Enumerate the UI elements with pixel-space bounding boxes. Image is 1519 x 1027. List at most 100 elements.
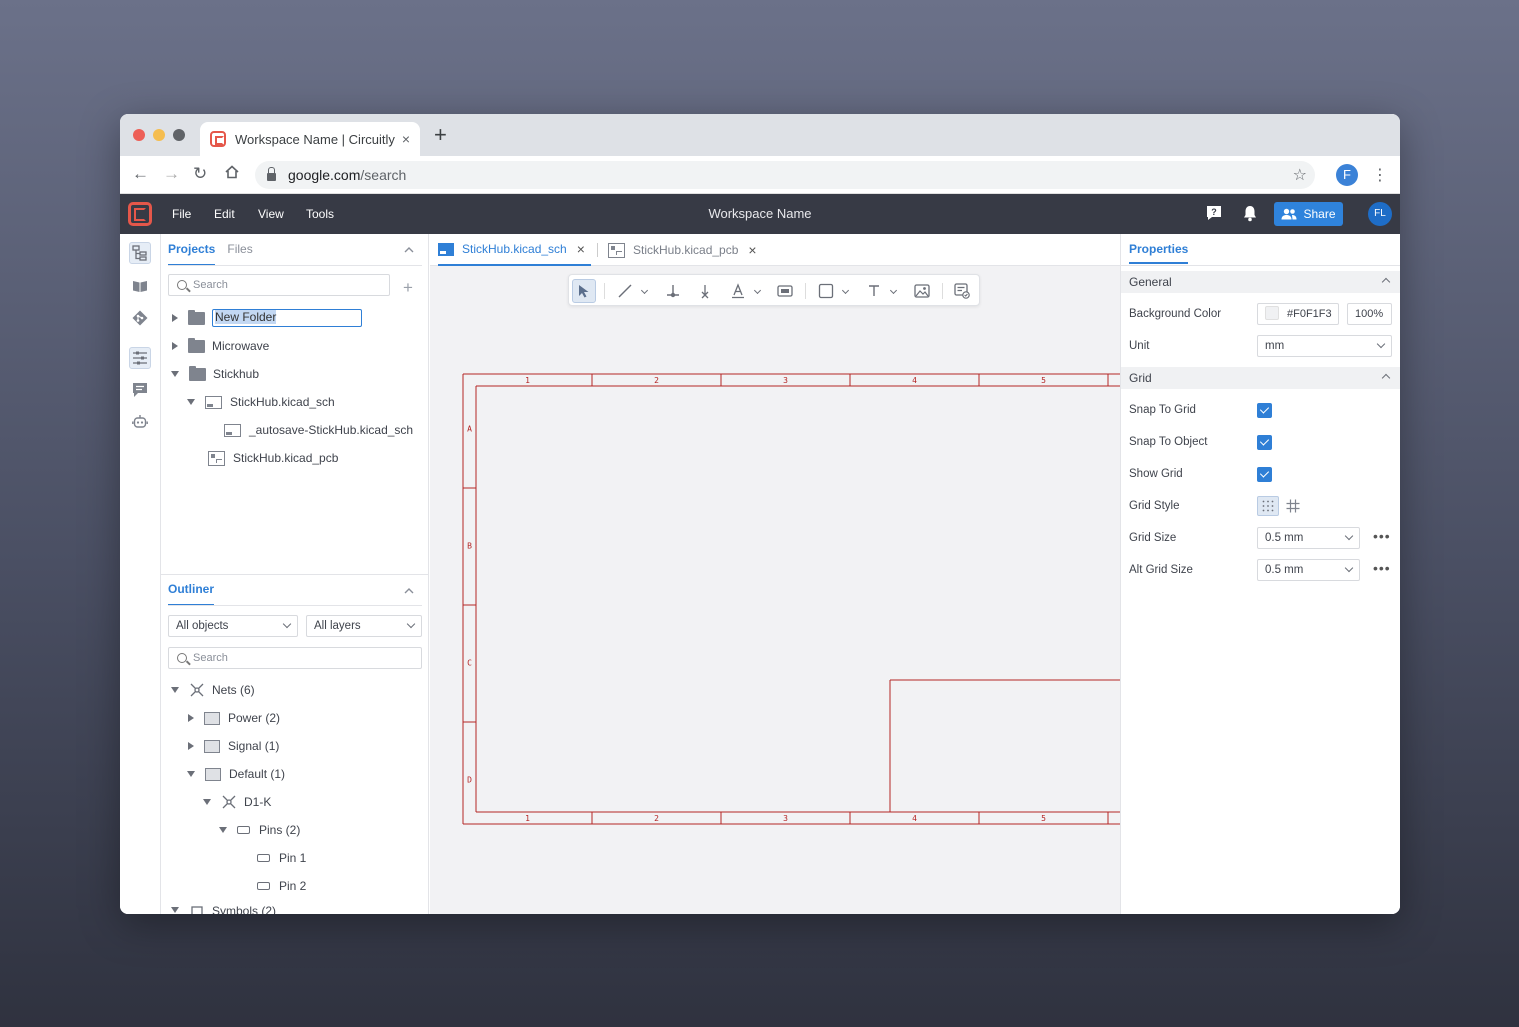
chevron-down-icon[interactable] bbox=[640, 286, 649, 295]
outliner-item-d1k[interactable]: D1-K bbox=[203, 792, 271, 812]
share-button[interactable]: Share bbox=[1274, 202, 1343, 226]
project-search-input[interactable] bbox=[193, 279, 343, 291]
sheet-symbol-icon[interactable] bbox=[773, 279, 797, 303]
rectangle-icon[interactable] bbox=[814, 279, 838, 303]
outliner-item-pin1[interactable]: Pin 1 bbox=[257, 848, 306, 868]
caret-down-icon[interactable] bbox=[171, 371, 179, 377]
git-branch-icon[interactable] bbox=[129, 307, 151, 329]
add-project-icon[interactable]: + bbox=[403, 278, 413, 298]
caret-right-icon[interactable] bbox=[172, 342, 178, 350]
tree-item-autosave-file[interactable]: _autosave-StickHub.kicad_sch bbox=[224, 420, 413, 440]
tab-projects[interactable]: Projects bbox=[168, 242, 216, 266]
grid-size-dropdown[interactable]: 0.5 mm bbox=[1257, 527, 1360, 549]
outliner-item-signal[interactable]: Signal (1) bbox=[188, 736, 279, 756]
close-tab-icon[interactable]: × bbox=[748, 242, 756, 258]
help-chat-icon[interactable]: ? bbox=[1206, 205, 1222, 224]
caret-down-icon[interactable] bbox=[187, 771, 195, 777]
outliner-item-symbols[interactable]: Symbols (2) bbox=[171, 904, 276, 914]
close-window-button[interactable] bbox=[133, 129, 145, 141]
caret-down-icon[interactable] bbox=[171, 687, 179, 693]
close-tab-icon[interactable]: × bbox=[577, 241, 585, 257]
minimize-window-button[interactable] bbox=[153, 129, 165, 141]
text-tool-icon[interactable] bbox=[862, 279, 886, 303]
junction-icon[interactable] bbox=[661, 279, 685, 303]
menu-tools[interactable]: Tools bbox=[306, 207, 334, 221]
caret-down-icon[interactable] bbox=[187, 399, 195, 405]
forward-arrow-icon[interactable]: → bbox=[163, 164, 180, 184]
collapse-outliner-icon[interactable] bbox=[404, 585, 414, 597]
chevron-up-icon[interactable] bbox=[1381, 277, 1391, 287]
tree-item-new-folder[interactable]: New Folder bbox=[172, 308, 362, 328]
tree-item-stickhub[interactable]: Stickhub bbox=[171, 364, 259, 384]
snap-to-object-checkbox[interactable] bbox=[1257, 435, 1272, 450]
select-pointer-icon[interactable] bbox=[572, 279, 596, 303]
tree-item-pcb-file[interactable]: StickHub.kicad_pcb bbox=[208, 448, 338, 468]
menu-view[interactable]: View bbox=[258, 207, 284, 221]
properties-sliders-icon[interactable] bbox=[129, 347, 151, 369]
layers-filter-dropdown[interactable]: All layers bbox=[306, 615, 422, 637]
chevron-down-icon[interactable] bbox=[889, 286, 898, 295]
outliner-item-nets[interactable]: Nets (6) bbox=[171, 680, 255, 700]
tree-item-microwave[interactable]: Microwave bbox=[172, 336, 269, 356]
library-book-icon[interactable] bbox=[129, 275, 151, 297]
wire-line-icon[interactable] bbox=[613, 279, 637, 303]
caret-right-icon[interactable] bbox=[188, 742, 194, 750]
image-icon[interactable] bbox=[910, 279, 934, 303]
no-connect-icon[interactable] bbox=[693, 279, 717, 303]
outliner-search-box[interactable] bbox=[168, 647, 422, 669]
caret-right-icon[interactable] bbox=[188, 714, 194, 722]
chevron-down-icon[interactable] bbox=[753, 286, 762, 295]
properties-title[interactable]: Properties bbox=[1129, 242, 1189, 264]
caret-right-icon[interactable] bbox=[172, 314, 178, 322]
chevron-down-icon[interactable] bbox=[841, 286, 850, 295]
alt-grid-size-dropdown[interactable]: 0.5 mm bbox=[1257, 559, 1360, 581]
outliner-item-power[interactable]: Power (2) bbox=[188, 708, 280, 728]
grid-style-dots-icon[interactable] bbox=[1257, 496, 1279, 516]
menu-file[interactable]: File bbox=[172, 207, 191, 221]
erc-check-icon[interactable] bbox=[950, 279, 974, 303]
schematic-editor[interactable]: 1 1 2 2 3 3 4 4 5 5 A B C D StickHub.kicad_sch × Stic… bbox=[430, 234, 1120, 914]
tree-item-sch-file[interactable]: StickHub.kicad_sch bbox=[187, 392, 335, 412]
collapse-projects-icon[interactable] bbox=[404, 244, 414, 256]
project-search-box[interactable] bbox=[168, 274, 390, 296]
bookmark-star-icon[interactable]: ☆ bbox=[1293, 165, 1307, 185]
outliner-title[interactable]: Outliner bbox=[168, 582, 215, 606]
robot-assistant-icon[interactable] bbox=[129, 411, 151, 433]
menu-edit[interactable]: Edit bbox=[214, 207, 235, 221]
circuitly-logo-icon[interactable] bbox=[128, 202, 152, 226]
objects-filter-dropdown[interactable]: All objects bbox=[168, 615, 298, 637]
tab-files[interactable]: Files bbox=[227, 242, 252, 266]
editor-tab-pcb[interactable]: StickHub.kicad_pcb × bbox=[608, 234, 757, 266]
address-bar[interactable]: google.com/search ☆ bbox=[255, 161, 1315, 189]
schematic-sheet[interactable]: 1 1 2 2 3 3 4 4 5 5 A B C D bbox=[430, 234, 1120, 914]
user-avatar[interactable]: FL bbox=[1368, 202, 1392, 226]
outliner-item-default[interactable]: Default (1) bbox=[187, 764, 285, 784]
general-section-header[interactable]: General bbox=[1121, 271, 1400, 293]
back-arrow-icon[interactable]: ← bbox=[132, 164, 149, 184]
new-tab-button[interactable]: + bbox=[434, 124, 447, 146]
grid-section-header[interactable]: Grid bbox=[1121, 367, 1400, 389]
comments-icon[interactable] bbox=[129, 379, 151, 401]
show-grid-checkbox[interactable] bbox=[1257, 467, 1272, 482]
outliner-search-input[interactable] bbox=[193, 652, 343, 664]
grid-style-lines-icon[interactable] bbox=[1282, 496, 1304, 516]
caret-down-icon[interactable] bbox=[219, 827, 227, 833]
browser-tab[interactable]: Workspace Name | Circuitly × bbox=[200, 122, 420, 156]
browser-menu-icon[interactable]: ⋮ bbox=[1372, 165, 1388, 185]
rename-input[interactable]: New Folder bbox=[212, 309, 362, 327]
background-color-field[interactable]: #F0F1F3 bbox=[1257, 303, 1339, 325]
caret-down-icon[interactable] bbox=[203, 799, 211, 805]
notification-bell-icon[interactable] bbox=[1242, 205, 1258, 225]
opacity-field[interactable]: 100% bbox=[1347, 303, 1392, 325]
maximize-window-button[interactable] bbox=[173, 129, 185, 141]
color-swatch[interactable] bbox=[1265, 306, 1279, 321]
reload-icon[interactable]: ↻ bbox=[193, 164, 207, 184]
unit-dropdown[interactable]: mm bbox=[1257, 335, 1392, 357]
outliner-item-pins[interactable]: Pins (2) bbox=[219, 820, 300, 840]
caret-down-icon[interactable] bbox=[171, 907, 179, 913]
project-tree-icon[interactable] bbox=[129, 242, 151, 264]
grid-size-more-icon[interactable]: ••• bbox=[1373, 528, 1391, 544]
outliner-item-pin2[interactable]: Pin 2 bbox=[257, 876, 306, 896]
snap-to-grid-checkbox[interactable] bbox=[1257, 403, 1272, 418]
home-icon[interactable] bbox=[224, 164, 240, 185]
